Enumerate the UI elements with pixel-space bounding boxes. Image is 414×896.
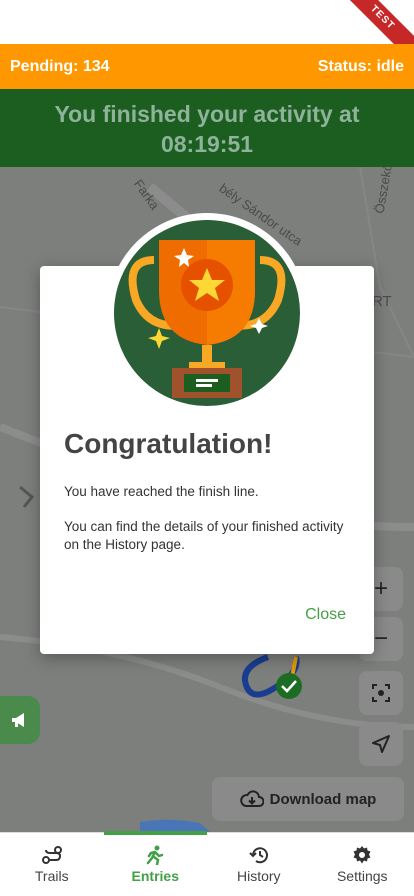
- trophy-badge: [107, 213, 307, 413]
- nav-item-entries[interactable]: Entries: [103, 831, 208, 896]
- download-map-button[interactable]: Download map: [212, 777, 404, 821]
- route-icon: [41, 845, 63, 865]
- navigation-arrow-icon: [372, 735, 390, 753]
- plus-icon: +: [373, 575, 388, 602]
- nav-item-trails[interactable]: Trails: [0, 833, 104, 896]
- nav-label: Settings: [336, 868, 388, 884]
- megaphone-icon: [12, 713, 24, 727]
- dialog-details: You can find the details of your finishe…: [64, 519, 344, 552]
- dialog-title: Congratulation!: [64, 428, 273, 459]
- finish-time: 08:19:51: [160, 131, 254, 157]
- report-button[interactable]: [0, 696, 40, 744]
- nav-label: Entries: [131, 868, 179, 884]
- minus-icon: −: [373, 625, 388, 652]
- street-label: RT: [372, 293, 392, 310]
- tracking-status: Status: idle: [317, 57, 404, 75]
- nav-item-settings[interactable]: Settings: [311, 833, 414, 896]
- download-map-label: Download map: [269, 790, 377, 808]
- focus-icon: [372, 684, 390, 702]
- history-icon: [248, 845, 270, 865]
- status-bar: TEST: [0, 0, 414, 68]
- gear-icon: [352, 845, 372, 865]
- nav-label: Trails: [34, 868, 69, 884]
- close-button[interactable]: Close: [305, 606, 346, 624]
- trophy-icon: [114, 220, 300, 406]
- bottom-navigation: Trails Entries History Settings: [0, 831, 414, 896]
- dialog-message: You have reached the finish line.: [64, 484, 259, 499]
- finish-banner: You finished your activity at 08:19:51: [0, 89, 414, 167]
- pending-status-bar: Pending: 134 Status: idle: [0, 44, 414, 89]
- navigate-button[interactable]: [359, 722, 403, 766]
- nav-label: History: [236, 868, 281, 884]
- pending-count: Pending: 134: [10, 57, 110, 75]
- nav-item-history[interactable]: History: [207, 833, 311, 896]
- cloud-download-icon: [239, 790, 264, 807]
- finish-banner-line1: You finished your activity at: [54, 101, 360, 127]
- running-icon: [145, 845, 165, 865]
- center-location-button[interactable]: [359, 671, 403, 715]
